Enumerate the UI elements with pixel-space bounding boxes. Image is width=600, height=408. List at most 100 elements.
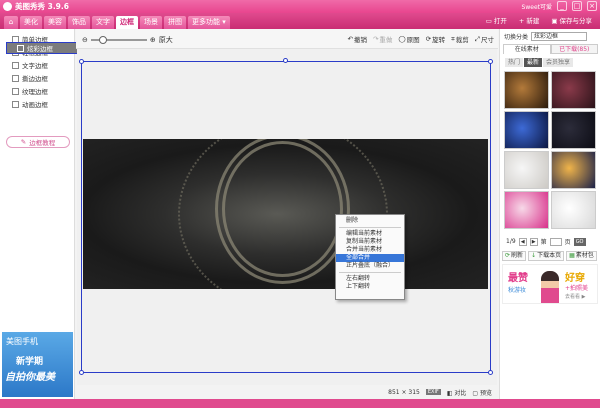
image-dimensions: 851 × 315: [388, 388, 420, 396]
redo-button[interactable]: ↷ 重做: [373, 34, 392, 44]
crop-button[interactable]: ⌗ 裁剪: [451, 34, 469, 45]
preview-button[interactable]: ▢ 预览: [472, 388, 492, 397]
original-button[interactable]: ◯ 原图: [398, 34, 419, 44]
close-button[interactable]: ×: [587, 1, 597, 11]
tab-text[interactable]: 文字: [92, 16, 114, 29]
go-button[interactable]: GO: [573, 237, 586, 246]
tab-scene[interactable]: 场景: [140, 16, 162, 29]
title-bar: 美图秀秀 3.9.6 Sweet可爱 _ □ ×: [0, 0, 600, 13]
tab-beautify[interactable]: 美化: [20, 16, 42, 29]
goto-label: 第: [540, 239, 547, 246]
resize-handle-br[interactable]: [488, 370, 493, 375]
subtab-vip[interactable]: 会员独享: [543, 58, 574, 67]
open-button[interactable]: ▭ 打开: [482, 15, 511, 27]
resize-handle-tr[interactable]: [488, 59, 493, 64]
editing-canvas[interactable]: [77, 49, 497, 385]
material-icon: ▦: [569, 252, 575, 259]
zoom-control: ⊖ ⊕ 原大: [82, 35, 173, 45]
frame-icon: [17, 44, 24, 52]
folder-icon: ▭: [485, 17, 492, 25]
prev-page-button[interactable]: ◀: [518, 237, 527, 246]
material-thumbnail[interactable]: [551, 71, 596, 109]
menu-item-merge-all[interactable]: 全部合并: [336, 254, 404, 262]
preview-icon: ▢: [472, 389, 480, 397]
resize-button[interactable]: ⤢ 尺寸: [474, 34, 494, 45]
frame-icon: [12, 100, 19, 108]
tab-beauty[interactable]: 美容: [44, 16, 66, 29]
menu-item-flip-horizontal[interactable]: 左右翻转: [336, 275, 404, 283]
tab-accessories[interactable]: 饰品: [68, 16, 90, 29]
save-share-button[interactable]: ▣ 保存与分享: [547, 15, 596, 27]
main-menu: ⌂ 美化 美容 饰品 文字 边框 场景 拼图 更多功能 ▾ ▭ 打开 + 新建 ▣ 保…: [0, 13, 600, 29]
tab-home[interactable]: ⌂: [4, 16, 18, 29]
menu-item-edit-current[interactable]: 编辑当前素材: [336, 230, 404, 238]
tab-downloaded[interactable]: 已下载(85): [550, 44, 598, 54]
material-thumbnail[interactable]: [504, 191, 549, 229]
zoom-out-icon[interactable]: ⊖: [82, 36, 88, 44]
original-size-button[interactable]: 原大: [159, 35, 173, 45]
refresh-button[interactable]: ⟳ 刷新: [502, 251, 527, 261]
frame-item-animated[interactable]: 动画边框: [0, 98, 74, 110]
plus-icon: +: [518, 17, 525, 25]
material-pack-button[interactable]: ▦ 素材包: [566, 251, 597, 261]
app-logo-icon: [3, 2, 12, 11]
page-input[interactable]: [549, 237, 562, 246]
download-icon: ↓: [531, 252, 537, 259]
category-select[interactable]: 炫彩边框: [531, 32, 588, 41]
menu-item-merge-current[interactable]: 合并当前素材: [336, 246, 404, 254]
material-thumbnail[interactable]: [504, 71, 549, 109]
page-suffix: 页: [564, 239, 571, 246]
subtab-latest[interactable]: 最新: [524, 58, 543, 67]
maximize-button[interactable]: □: [572, 1, 582, 11]
minimize-button[interactable]: _: [557, 1, 567, 11]
material-thumbnail[interactable]: [504, 111, 549, 149]
undo-button[interactable]: ↶ 撤销: [347, 34, 366, 44]
frame-item-texture[interactable]: 纹理边框: [0, 85, 74, 97]
menu-item-flip-vertical[interactable]: 上下翻转: [336, 283, 404, 291]
material-thumbnail[interactable]: [551, 151, 596, 189]
rotate-icon: ⟳: [425, 35, 432, 43]
autumn-makeup-ad[interactable]: 最赞 秋游妆 好穿 +拍照美 去看看 ▶: [502, 264, 598, 304]
tab-frame[interactable]: 边框: [116, 16, 138, 29]
zoom-slider-knob[interactable]: [98, 36, 107, 44]
compare-button[interactable]: ◧ 对比: [447, 388, 467, 397]
next-page-button[interactable]: ▶: [529, 237, 538, 246]
menu-item-delete[interactable]: 删除: [336, 217, 404, 225]
download-page-button[interactable]: ↓ 下载本页: [528, 251, 565, 261]
page-indicator: 1/9: [506, 238, 516, 245]
category-label: 切换分类: [504, 34, 529, 41]
menu-item-copy-current[interactable]: 复制当前素材: [336, 238, 404, 246]
meitu-phone-ad[interactable]: 美图手机 新学期 自拍你最美: [2, 332, 73, 397]
exif-badge[interactable]: EXIF: [425, 389, 441, 395]
subtab-hot[interactable]: 热门: [505, 58, 524, 67]
zoom-slider[interactable]: [90, 36, 147, 44]
frame-item-text[interactable]: 文字边框: [0, 59, 74, 71]
material-thumbnail[interactable]: [504, 151, 549, 189]
redo-icon: ↷: [372, 35, 379, 43]
menu-separator: [339, 272, 401, 273]
selection-box[interactable]: [79, 58, 493, 375]
frame-tutorial-button[interactable]: ✎ 边框教程: [6, 136, 70, 148]
tab-online-materials[interactable]: 在线素材: [503, 44, 551, 54]
save-icon: ▣: [551, 17, 558, 25]
resize-icon: ⤢: [474, 34, 480, 43]
undo-icon: ↶: [347, 35, 353, 43]
material-panel: 切换分类 炫彩边框 在线素材 已下载(85) 热门 最新 会员独享 1/9 ◀ …: [499, 29, 600, 399]
menu-item-multiply[interactable]: 正片叠底（融合）: [336, 262, 404, 270]
pager: 1/9 ◀ ▶ 第 页 GO: [506, 237, 586, 246]
user-name[interactable]: Sweet可爱: [522, 2, 552, 11]
frame-item-torn[interactable]: 撕边边框: [0, 72, 74, 84]
tab-more[interactable]: 更多功能 ▾: [188, 16, 230, 29]
app-title: 美图秀秀 3.9.6: [15, 2, 69, 11]
rotate-button[interactable]: ⟳ 旋转: [426, 34, 445, 44]
original-icon: ◯: [398, 35, 406, 43]
tab-collage[interactable]: 拼图: [164, 16, 186, 29]
rotate-handle[interactable]: [283, 58, 288, 63]
material-thumbnail[interactable]: [551, 111, 596, 149]
resize-handle-bl[interactable]: [79, 370, 84, 375]
new-button[interactable]: + 新建: [515, 15, 543, 27]
material-thumbnail[interactable]: [551, 191, 596, 229]
canvas-toolbar: ⊖ ⊕ 原大 ↶ 撤销 ↷ 重做 ◯ 原图 ⟳ 旋转 ⌗ 裁剪 ⤢ 尺寸: [76, 29, 498, 49]
zoom-in-icon[interactable]: ⊕: [150, 36, 156, 44]
resize-handle-tl[interactable]: [79, 59, 84, 64]
